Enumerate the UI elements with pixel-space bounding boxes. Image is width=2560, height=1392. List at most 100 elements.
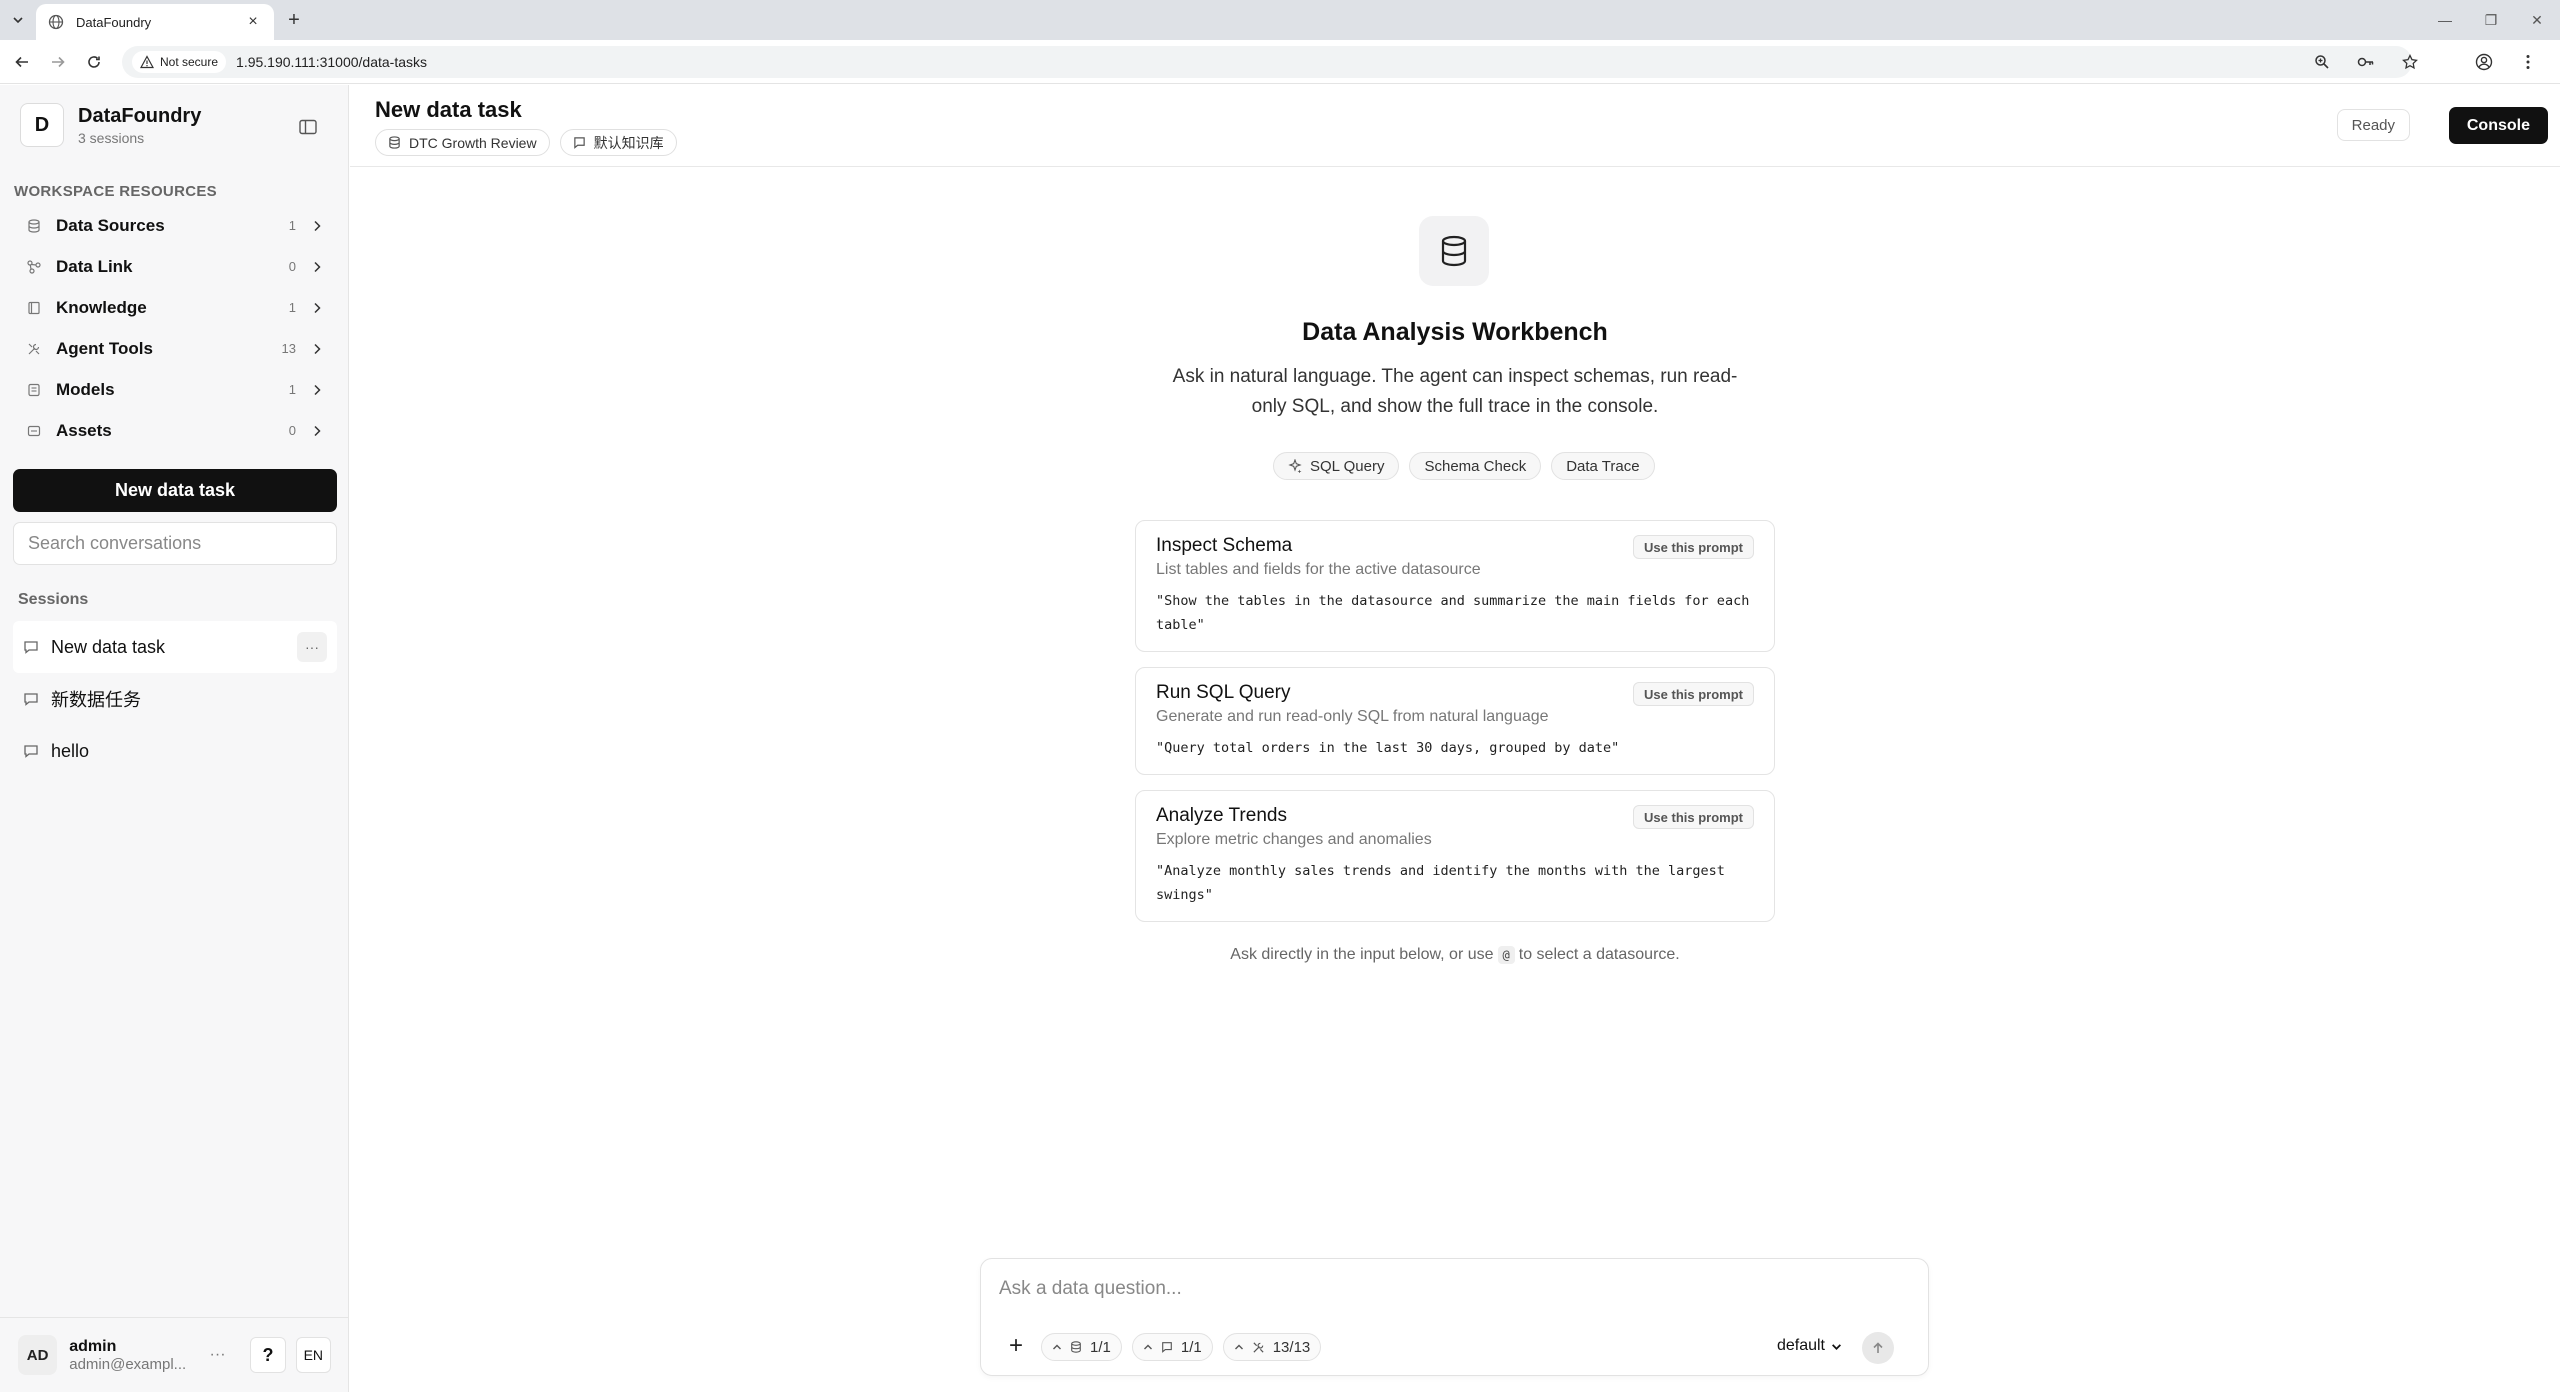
resource-label: Agent Tools	[56, 338, 153, 358]
resource-label: Data Link	[56, 256, 133, 276]
collapse-sidebar-button[interactable]	[296, 115, 320, 139]
profile-icon[interactable]	[2472, 50, 2496, 74]
globe-icon	[48, 14, 64, 30]
session-item[interactable]: New data task ···	[13, 621, 337, 673]
knowledge-chip[interactable]: 默认知识库	[559, 129, 677, 156]
new-tab-button[interactable]: +	[282, 8, 306, 32]
prompt-card-subtitle: Generate and run read-only SQL from natu…	[1156, 708, 1549, 725]
resource-agent-tools[interactable]: Agent Tools 13	[14, 328, 334, 369]
use-prompt-button[interactable]: Use this prompt	[1633, 682, 1754, 706]
resource-count: 1	[288, 218, 296, 233]
close-window-icon[interactable]: ✕	[2514, 0, 2560, 40]
prompt-card-analyze-trends[interactable]: Analyze Trends Explore metric changes an…	[1135, 790, 1775, 922]
datasource-chip[interactable]: DTC Growth Review	[375, 129, 550, 156]
bookmark-star-icon[interactable]	[2398, 50, 2422, 74]
use-prompt-button[interactable]: Use this prompt	[1633, 805, 1754, 829]
add-attachment-button[interactable]: +	[1003, 1332, 1029, 1359]
model-select[interactable]: default	[1777, 1337, 1842, 1355]
resource-count: 1	[288, 300, 296, 315]
omnibox[interactable]: Not secure 1.95.190.111:31000/data-tasks	[122, 46, 2412, 78]
datasource-selector[interactable]: 1/1	[1041, 1333, 1122, 1361]
tab-title: DataFoundry	[76, 14, 152, 30]
password-key-icon[interactable]	[2354, 50, 2378, 74]
book-icon	[573, 137, 585, 149]
minimize-icon[interactable]: —	[2422, 0, 2468, 40]
session-more-button[interactable]: ···	[297, 632, 327, 662]
page-title: New data task	[375, 97, 522, 122]
hint-text-after: to select a datasource.	[1518, 946, 1680, 963]
console-button[interactable]: Console	[2448, 107, 2548, 144]
tools-icon	[26, 341, 42, 357]
session-item[interactable]: hello	[13, 725, 337, 777]
prompt-card-run-sql[interactable]: Run SQL Query Generate and run read-only…	[1135, 667, 1775, 775]
knowledge-count: 1/1	[1180, 1338, 1202, 1356]
composer: + 1/1 1/1 13/13 default	[980, 1258, 1929, 1376]
model-select-value: default	[1776, 1337, 1825, 1354]
question-input[interactable]	[999, 1273, 1899, 1305]
workspace-brand[interactable]: D DataFoundry 3 sessions	[20, 103, 201, 147]
zoom-icon[interactable]	[2310, 50, 2334, 74]
tools-selector[interactable]: 13/13	[1222, 1333, 1322, 1361]
tag-label: Data Trace	[1566, 457, 1640, 475]
prompt-cards: Inspect Schema List tables and fields fo…	[1135, 520, 1775, 937]
knowledge-chip-label: 默认知识库	[593, 134, 664, 151]
session-count: 3 sessions	[78, 129, 145, 146]
close-tab-icon[interactable]: ×	[244, 13, 262, 31]
user-email: admin@exampl...	[69, 1355, 187, 1373]
chevron-right-icon	[310, 342, 324, 356]
database-icon	[389, 136, 400, 149]
session-label: 新数据任务	[51, 690, 141, 710]
tools-count: 13/13	[1272, 1338, 1311, 1356]
workbench-database-icon	[1419, 216, 1489, 286]
browser-menu-icon[interactable]	[2516, 50, 2540, 74]
help-button[interactable]: ?	[250, 1337, 286, 1373]
resource-data-link[interactable]: Data Link 0	[14, 246, 334, 287]
prompt-card-inspect-schema[interactable]: Inspect Schema List tables and fields fo…	[1135, 520, 1775, 652]
warning-icon	[140, 55, 154, 69]
resource-models[interactable]: Models 1	[14, 369, 334, 410]
session-list: New data task ··· 新数据任务 hello	[13, 621, 337, 777]
tab-search-button[interactable]	[6, 8, 30, 32]
browser-tab[interactable]: DataFoundry ×	[36, 4, 274, 40]
language-button[interactable]: EN	[295, 1337, 331, 1373]
sparkle-icon	[1288, 459, 1302, 473]
url-text[interactable]: 1.95.190.111:31000/data-tasks	[236, 54, 427, 70]
prompt-card-example: "Analyze monthly sales trends and identi…	[1156, 863, 1725, 903]
asset-icon	[26, 423, 42, 439]
forward-button[interactable]	[46, 50, 70, 74]
session-item[interactable]: 新数据任务	[13, 673, 337, 725]
database-icon	[26, 218, 42, 234]
knowledge-selector[interactable]: 1/1	[1131, 1333, 1213, 1361]
sidebar: D DataFoundry 3 sessions WORKSPACE RESOU…	[0, 85, 349, 1392]
chevron-right-icon	[310, 383, 324, 397]
prompt-card-subtitle: Explore metric changes and anomalies	[1156, 831, 1432, 848]
use-prompt-button[interactable]: Use this prompt	[1633, 535, 1754, 559]
resource-label: Data Sources	[56, 215, 165, 235]
tag-label: SQL Query	[1310, 457, 1385, 475]
database-icon	[1071, 1341, 1081, 1353]
prompt-card-example: "Query total orders in the last 30 days,…	[1156, 740, 1620, 756]
sidebar-toggle-icon	[299, 119, 317, 135]
back-button[interactable]	[10, 50, 34, 74]
restore-icon[interactable]: ❐	[2468, 0, 2514, 40]
address-bar: Not secure 1.95.190.111:31000/data-tasks	[0, 40, 2560, 84]
search-conversations-input[interactable]	[13, 522, 337, 565]
sessions-title: Sessions	[18, 591, 89, 608]
chevron-up-icon	[1053, 1344, 1061, 1350]
reload-button[interactable]	[82, 50, 106, 74]
resource-knowledge[interactable]: Knowledge 1	[14, 287, 334, 328]
resource-assets[interactable]: Assets 0	[14, 410, 334, 451]
user-more-button[interactable]: ···	[203, 1340, 232, 1370]
not-secure-badge[interactable]: Not secure	[132, 51, 227, 73]
user-panel: AD admin admin@exampl... ··· ? EN	[0, 1317, 349, 1392]
new-data-task-button[interactable]: New data task	[13, 469, 337, 512]
avatar[interactable]: AD	[18, 1335, 58, 1375]
tag-sql-query: SQL Query	[1273, 452, 1400, 480]
session-label: New data task	[51, 636, 166, 657]
resource-data-sources[interactable]: Data Sources 1	[14, 205, 334, 246]
browser-tab-bar: DataFoundry × + — ❐ ✕	[0, 0, 2560, 40]
reload-icon	[88, 56, 100, 68]
chevron-right-icon	[310, 424, 324, 438]
send-button[interactable]	[1862, 1332, 1894, 1364]
